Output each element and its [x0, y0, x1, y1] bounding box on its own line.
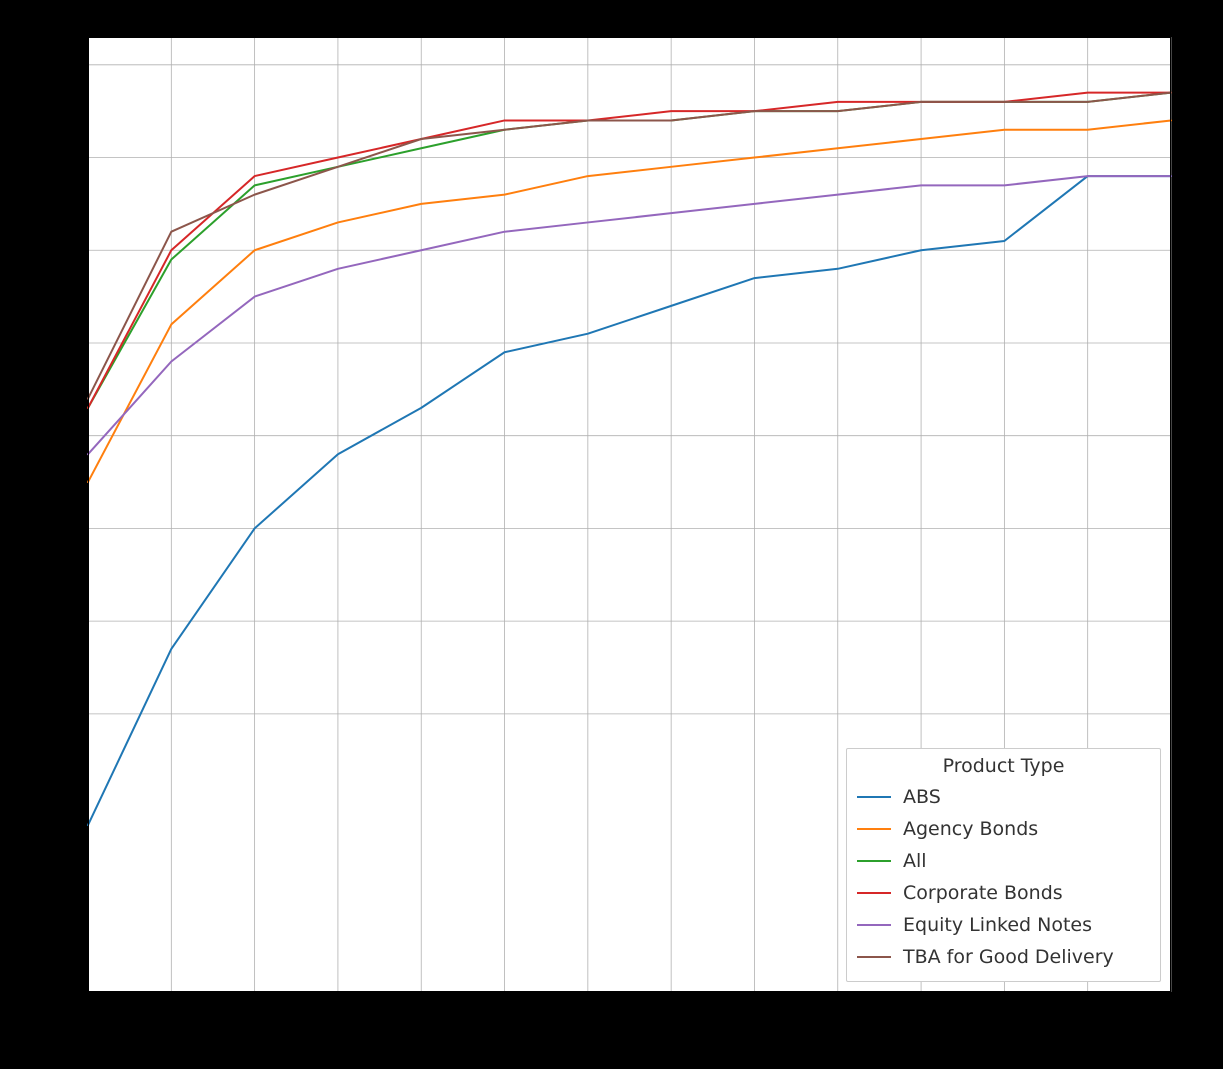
legend-swatch	[857, 828, 891, 830]
legend-swatch	[857, 796, 891, 798]
legend-row: ABS	[857, 781, 1150, 813]
legend-row: TBA for Good Delivery	[857, 941, 1150, 973]
legend-swatch	[857, 924, 891, 926]
legend-label: Agency Bonds	[903, 818, 1038, 840]
series-line	[88, 176, 1171, 825]
series-line	[88, 120, 1171, 482]
legend-swatch	[857, 860, 891, 862]
legend-label: All	[903, 850, 927, 872]
series-group	[88, 93, 1171, 825]
legend: Product Type ABS Agency Bonds All Corporate…	[846, 748, 1161, 982]
legend-title: Product Type	[857, 755, 1150, 777]
plot-area: Product Type ABS Agency Bonds All Corporate…	[88, 37, 1171, 992]
legend-label: ABS	[903, 786, 941, 808]
legend-label: TBA for Good Delivery	[903, 946, 1114, 968]
legend-items: ABS Agency Bonds All Corporate Bonds Equity …	[857, 781, 1150, 973]
chart-figure: Product Type ABS Agency Bonds All Corporate…	[0, 0, 1223, 1069]
legend-row: Agency Bonds	[857, 813, 1150, 845]
legend-row: Corporate Bonds	[857, 877, 1150, 909]
legend-row: All	[857, 845, 1150, 877]
legend-label: Equity Linked Notes	[903, 914, 1092, 936]
series-line	[88, 176, 1171, 454]
series-line	[88, 93, 1171, 399]
legend-swatch	[857, 956, 891, 958]
legend-row: Equity Linked Notes	[857, 909, 1150, 941]
legend-swatch	[857, 892, 891, 894]
legend-label: Corporate Bonds	[903, 882, 1063, 904]
